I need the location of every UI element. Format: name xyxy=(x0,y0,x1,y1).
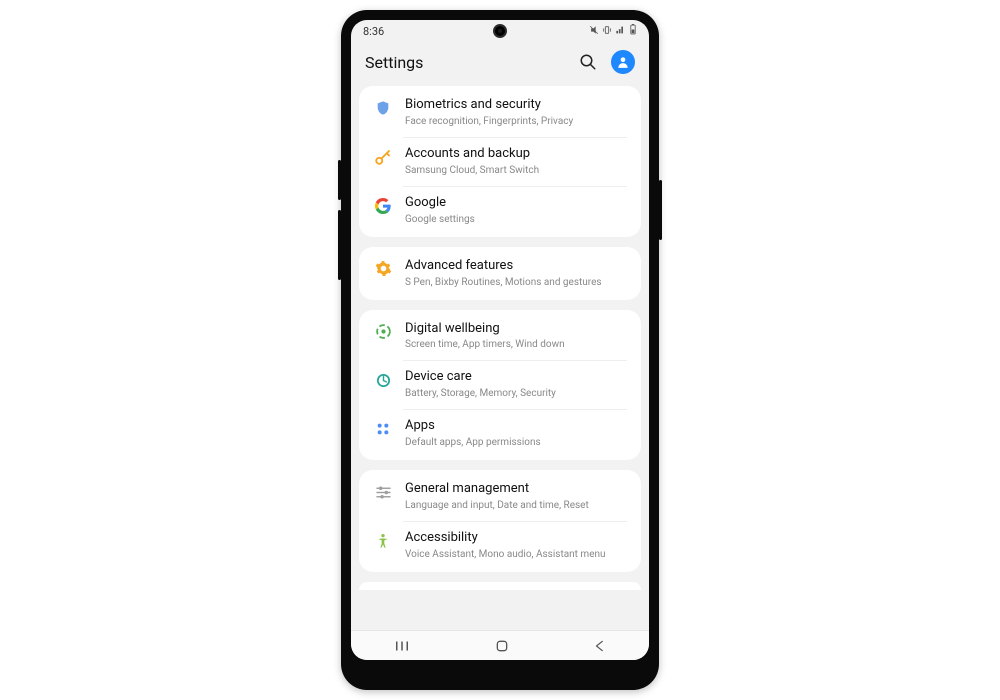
item-title: Biometrics and security xyxy=(405,97,627,114)
item-google[interactable]: Google Google settings xyxy=(359,186,641,235)
item-subtitle: Battery, Storage, Memory, Security xyxy=(405,387,627,400)
item-subtitle: Google settings xyxy=(405,213,627,226)
item-title: General management xyxy=(405,481,627,498)
home-button[interactable] xyxy=(494,638,510,654)
bixby-button xyxy=(338,210,341,280)
item-subtitle: Samsung Cloud, Smart Switch xyxy=(405,164,627,177)
gear-icon xyxy=(373,259,393,279)
settings-group: Advanced features S Pen, Bixby Routines,… xyxy=(359,247,641,300)
item-title: Google xyxy=(405,195,627,212)
recents-button[interactable] xyxy=(393,639,411,653)
power-button xyxy=(659,180,662,240)
vibrate-icon xyxy=(602,25,612,38)
signal-icon xyxy=(615,25,626,38)
front-camera xyxy=(493,24,507,38)
item-title: Accounts and backup xyxy=(405,146,627,163)
android-navbar xyxy=(351,630,649,660)
volume-button xyxy=(338,160,341,200)
screen: 8:36 Settings xyxy=(351,20,649,660)
shield-icon xyxy=(373,98,393,118)
status-indicators xyxy=(589,24,637,38)
app-header: Settings xyxy=(351,42,649,86)
back-button[interactable] xyxy=(593,639,607,653)
item-subtitle: Screen time, App timers, Wind down xyxy=(405,338,627,351)
status-time: 8:36 xyxy=(363,25,384,38)
page-title: Settings xyxy=(365,53,423,72)
item-biometrics-security[interactable]: Biometrics and security Face recognition… xyxy=(359,88,641,137)
item-apps[interactable]: Apps Default apps, App permissions xyxy=(359,409,641,458)
search-button[interactable] xyxy=(579,53,597,71)
item-title: Digital wellbeing xyxy=(405,321,627,338)
settings-group: Biometrics and security Face recognition… xyxy=(359,86,641,237)
apps-icon xyxy=(373,419,393,439)
item-subtitle: Language and input, Date and time, Reset xyxy=(405,499,627,512)
item-title: Apps xyxy=(405,418,627,435)
item-title: Advanced features xyxy=(405,258,627,275)
item-title: Device care xyxy=(405,369,627,386)
item-subtitle: Default apps, App permissions xyxy=(405,436,627,449)
google-icon xyxy=(373,196,393,216)
profile-button[interactable] xyxy=(611,50,635,74)
item-digital-wellbeing[interactable]: Digital wellbeing Screen time, App timer… xyxy=(359,312,641,361)
wellbeing-icon xyxy=(373,322,393,342)
sliders-icon xyxy=(373,482,393,502)
accessibility-icon xyxy=(373,531,393,551)
item-subtitle: S Pen, Bixby Routines, Motions and gestu… xyxy=(405,276,627,289)
item-title: Accessibility xyxy=(405,530,627,547)
item-accessibility[interactable]: Accessibility Voice Assistant, Mono audi… xyxy=(359,521,641,570)
battery-icon xyxy=(629,24,637,38)
item-subtitle: Face recognition, Fingerprints, Privacy xyxy=(405,115,627,128)
device-care-icon xyxy=(373,370,393,390)
item-general-management[interactable]: General management Language and input, D… xyxy=(359,472,641,521)
key-icon xyxy=(373,147,393,167)
item-advanced-features[interactable]: Advanced features S Pen, Bixby Routines,… xyxy=(359,249,641,298)
mute-icon xyxy=(589,25,599,38)
settings-list[interactable]: Biometrics and security Face recognition… xyxy=(351,86,649,652)
settings-group-partial xyxy=(359,582,641,590)
settings-group: General management Language and input, D… xyxy=(359,470,641,572)
settings-group: Digital wellbeing Screen time, App timer… xyxy=(359,310,641,461)
item-subtitle: Voice Assistant, Mono audio, Assistant m… xyxy=(405,548,627,561)
item-device-care[interactable]: Device care Battery, Storage, Memory, Se… xyxy=(359,360,641,409)
item-accounts-backup[interactable]: Accounts and backup Samsung Cloud, Smart… xyxy=(359,137,641,186)
phone-frame: 8:36 Settings xyxy=(341,10,659,690)
